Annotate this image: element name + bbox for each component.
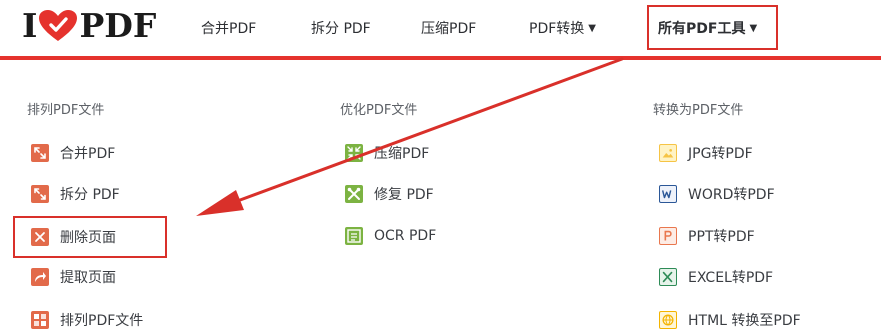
- heading-convert-to-pdf: 转换为PDF文件: [653, 103, 744, 118]
- menu-item-excel-to-pdf[interactable]: EXCEL转PDF: [659, 265, 773, 289]
- menu-item-label: EXCEL转PDF: [688, 270, 774, 286]
- menu-item-split-pdf[interactable]: 拆分 PDF: [31, 182, 120, 206]
- menu-item-label: 提取页面: [60, 270, 116, 286]
- excel-icon: [659, 268, 677, 286]
- heart-icon: [39, 10, 78, 41]
- nav-merge-pdf[interactable]: 合并PDF: [201, 0, 256, 56]
- logo-word: PDF: [79, 6, 157, 45]
- word-icon: [659, 185, 677, 203]
- split-icon: [31, 185, 49, 203]
- menu-item-jpg-to-pdf[interactable]: JPG转PDF: [659, 141, 753, 165]
- menu-item-repair-pdf[interactable]: 修复 PDF: [345, 182, 434, 206]
- menu-item-organize-pdf[interactable]: 排列PDF文件: [31, 308, 143, 332]
- nav-compress-pdf[interactable]: 压缩PDF: [421, 0, 476, 56]
- jpg-icon: [659, 144, 677, 162]
- ppt-icon: [659, 227, 677, 245]
- menu-item-merge-pdf[interactable]: 合并PDF: [31, 141, 115, 165]
- nav-split-label: 拆分 PDF: [311, 21, 371, 37]
- logo-letter: I: [22, 6, 38, 45]
- heading-organize-pdf: 排列PDF文件: [27, 103, 105, 118]
- menu-item-label: 压缩PDF: [374, 146, 430, 162]
- nav-split-pdf[interactable]: 拆分 PDF: [311, 0, 371, 56]
- caret-down-icon: ▼: [588, 22, 596, 34]
- ilovepdf-logo[interactable]: I PDF: [22, 7, 156, 45]
- nav-compress-label: 压缩PDF: [421, 21, 477, 37]
- menu-item-label: HTML 转换至PDF: [688, 313, 801, 329]
- html-icon: [659, 311, 677, 329]
- annotation-box-all-tools: [647, 5, 778, 50]
- menu-item-ocr-pdf[interactable]: OCR PDF: [345, 224, 436, 248]
- extract-pages-icon: [31, 268, 49, 286]
- menu-item-html-to-pdf[interactable]: HTML 转换至PDF: [659, 308, 801, 332]
- compress-icon: [345, 144, 363, 162]
- menu-item-ppt-to-pdf[interactable]: PPT转PDF: [659, 224, 755, 248]
- menu-item-label: 修复 PDF: [374, 187, 434, 203]
- brand-divider: [0, 56, 881, 60]
- menu-item-label: WORD转PDF: [688, 187, 775, 203]
- nav-pdf-convert[interactable]: PDF转换 ▼: [529, 0, 596, 56]
- annotation-box-delete-pages: [13, 216, 167, 258]
- repair-icon: [345, 185, 363, 203]
- heading-optimize-pdf: 优化PDF文件: [340, 103, 418, 118]
- menu-item-label: JPG转PDF: [688, 146, 753, 162]
- ocr-icon: [345, 227, 363, 245]
- menu-item-extract-pages[interactable]: 提取页面: [31, 265, 116, 289]
- merge-icon: [31, 144, 49, 162]
- nav-convert-label: PDF转换: [529, 21, 585, 37]
- menu-item-label: 拆分 PDF: [60, 187, 120, 203]
- menu-item-label: 排列PDF文件: [60, 313, 144, 329]
- menu-item-label: PPT转PDF: [688, 229, 755, 245]
- menu-item-word-to-pdf[interactable]: WORD转PDF: [659, 182, 775, 206]
- organize-pdf-icon: [31, 311, 49, 329]
- menu-item-compress-pdf[interactable]: 压缩PDF: [345, 141, 429, 165]
- menu-item-label: OCR PDF: [374, 228, 437, 244]
- menu-item-label: 合并PDF: [60, 146, 116, 162]
- nav-merge-label: 合并PDF: [201, 21, 257, 37]
